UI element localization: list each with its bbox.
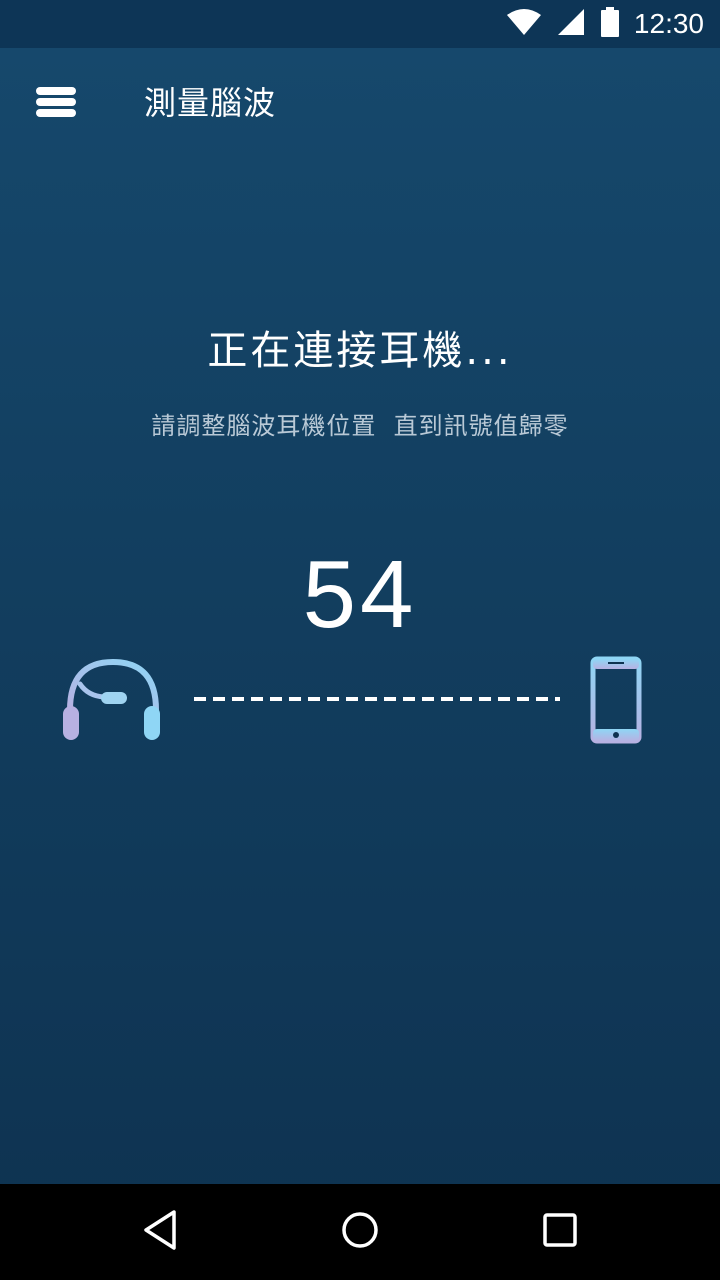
signal-value: 54 xyxy=(302,541,418,648)
connection-heading: 正在連接耳機... xyxy=(207,328,513,374)
recents-button[interactable] xyxy=(520,1202,600,1262)
cell-signal-icon xyxy=(556,8,586,40)
system-navigation-bar xyxy=(0,1184,720,1280)
home-button[interactable] xyxy=(320,1202,400,1262)
wifi-icon xyxy=(506,8,542,40)
status-time: 12:30 xyxy=(633,8,704,39)
status-icons: 12:30 xyxy=(506,0,704,48)
back-button[interactable] xyxy=(120,1202,200,1262)
smartphone-icon xyxy=(588,656,644,746)
app-toolbar: 測量腦波 xyxy=(0,48,720,160)
back-icon xyxy=(140,1208,180,1256)
connection-dashed-line xyxy=(194,697,560,701)
page-title: 測量腦波 xyxy=(144,84,277,122)
hamburger-menu-icon xyxy=(35,84,77,124)
home-icon xyxy=(340,1210,380,1254)
menu-button[interactable] xyxy=(24,76,88,132)
recents-icon xyxy=(540,1210,580,1254)
battery-icon xyxy=(600,7,620,41)
connection-instruction: 請調整腦波耳機位置 直到訊號值歸零 xyxy=(151,412,569,440)
status-bar: 12:30 xyxy=(0,0,720,48)
headset-icon xyxy=(58,654,168,750)
